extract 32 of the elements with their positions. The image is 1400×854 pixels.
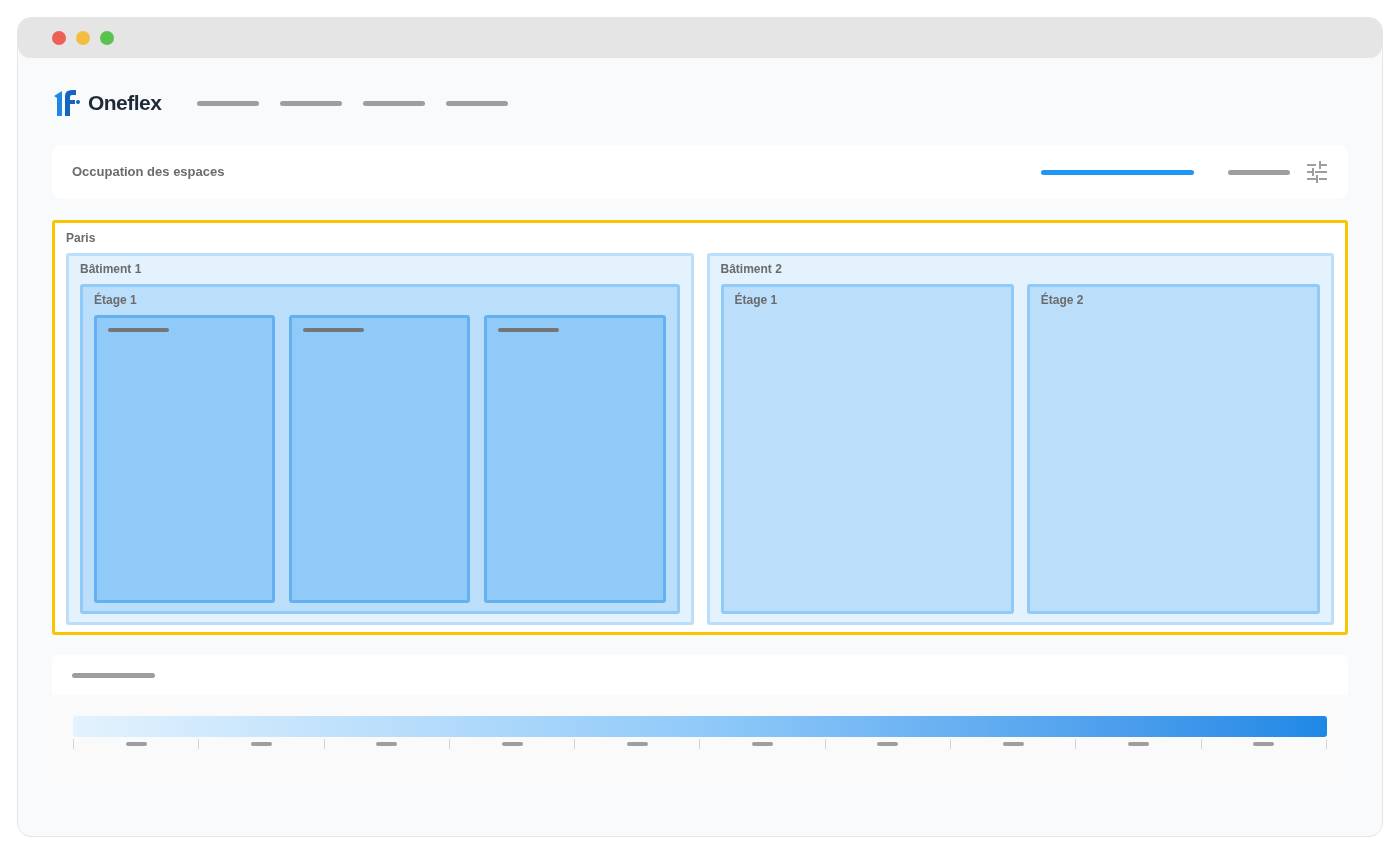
tab-placeholder[interactable] bbox=[1228, 169, 1290, 175]
scale-label-placeholder bbox=[1128, 742, 1149, 746]
floor-name: Étage 2 bbox=[1040, 291, 1085, 309]
nav-link-placeholder bbox=[363, 100, 426, 106]
scale-label-placeholder bbox=[376, 742, 398, 746]
floor-name: Étage 1 bbox=[734, 291, 779, 309]
tab-placeholder[interactable] bbox=[1041, 169, 1194, 175]
scale-label-placeholder bbox=[752, 742, 774, 746]
room-label-placeholder bbox=[108, 328, 169, 332]
minimize-window-icon[interactable] bbox=[76, 31, 90, 45]
filter-settings-icon[interactable] bbox=[1306, 161, 1328, 183]
brand-name: Oneflex bbox=[88, 90, 162, 117]
scale-label-placeholder bbox=[250, 742, 272, 746]
page-title: Occupation des espaces bbox=[72, 163, 225, 182]
room-label-placeholder bbox=[303, 328, 365, 332]
scale-label-placeholder bbox=[1002, 742, 1024, 746]
close-window-icon[interactable] bbox=[52, 31, 66, 45]
site-name: Paris bbox=[66, 230, 97, 247]
logo-icon bbox=[52, 88, 82, 118]
room-label-placeholder bbox=[498, 328, 560, 332]
nav-link-placeholder bbox=[280, 100, 343, 106]
nav-link-placeholder bbox=[446, 100, 509, 106]
building-name: Bâtiment 1 bbox=[80, 261, 143, 278]
maximize-window-icon[interactable] bbox=[100, 31, 114, 45]
scale-label-placeholder bbox=[626, 742, 648, 746]
scale-label-placeholder bbox=[125, 742, 147, 746]
scale-label-placeholder bbox=[501, 742, 523, 746]
nav-link-placeholder bbox=[197, 100, 260, 106]
building-name: Bâtiment 2 bbox=[720, 261, 783, 278]
scale-label-placeholder bbox=[1253, 742, 1275, 746]
floor-name: Étage 1 bbox=[94, 291, 138, 309]
scale-label-placeholder bbox=[877, 742, 899, 746]
